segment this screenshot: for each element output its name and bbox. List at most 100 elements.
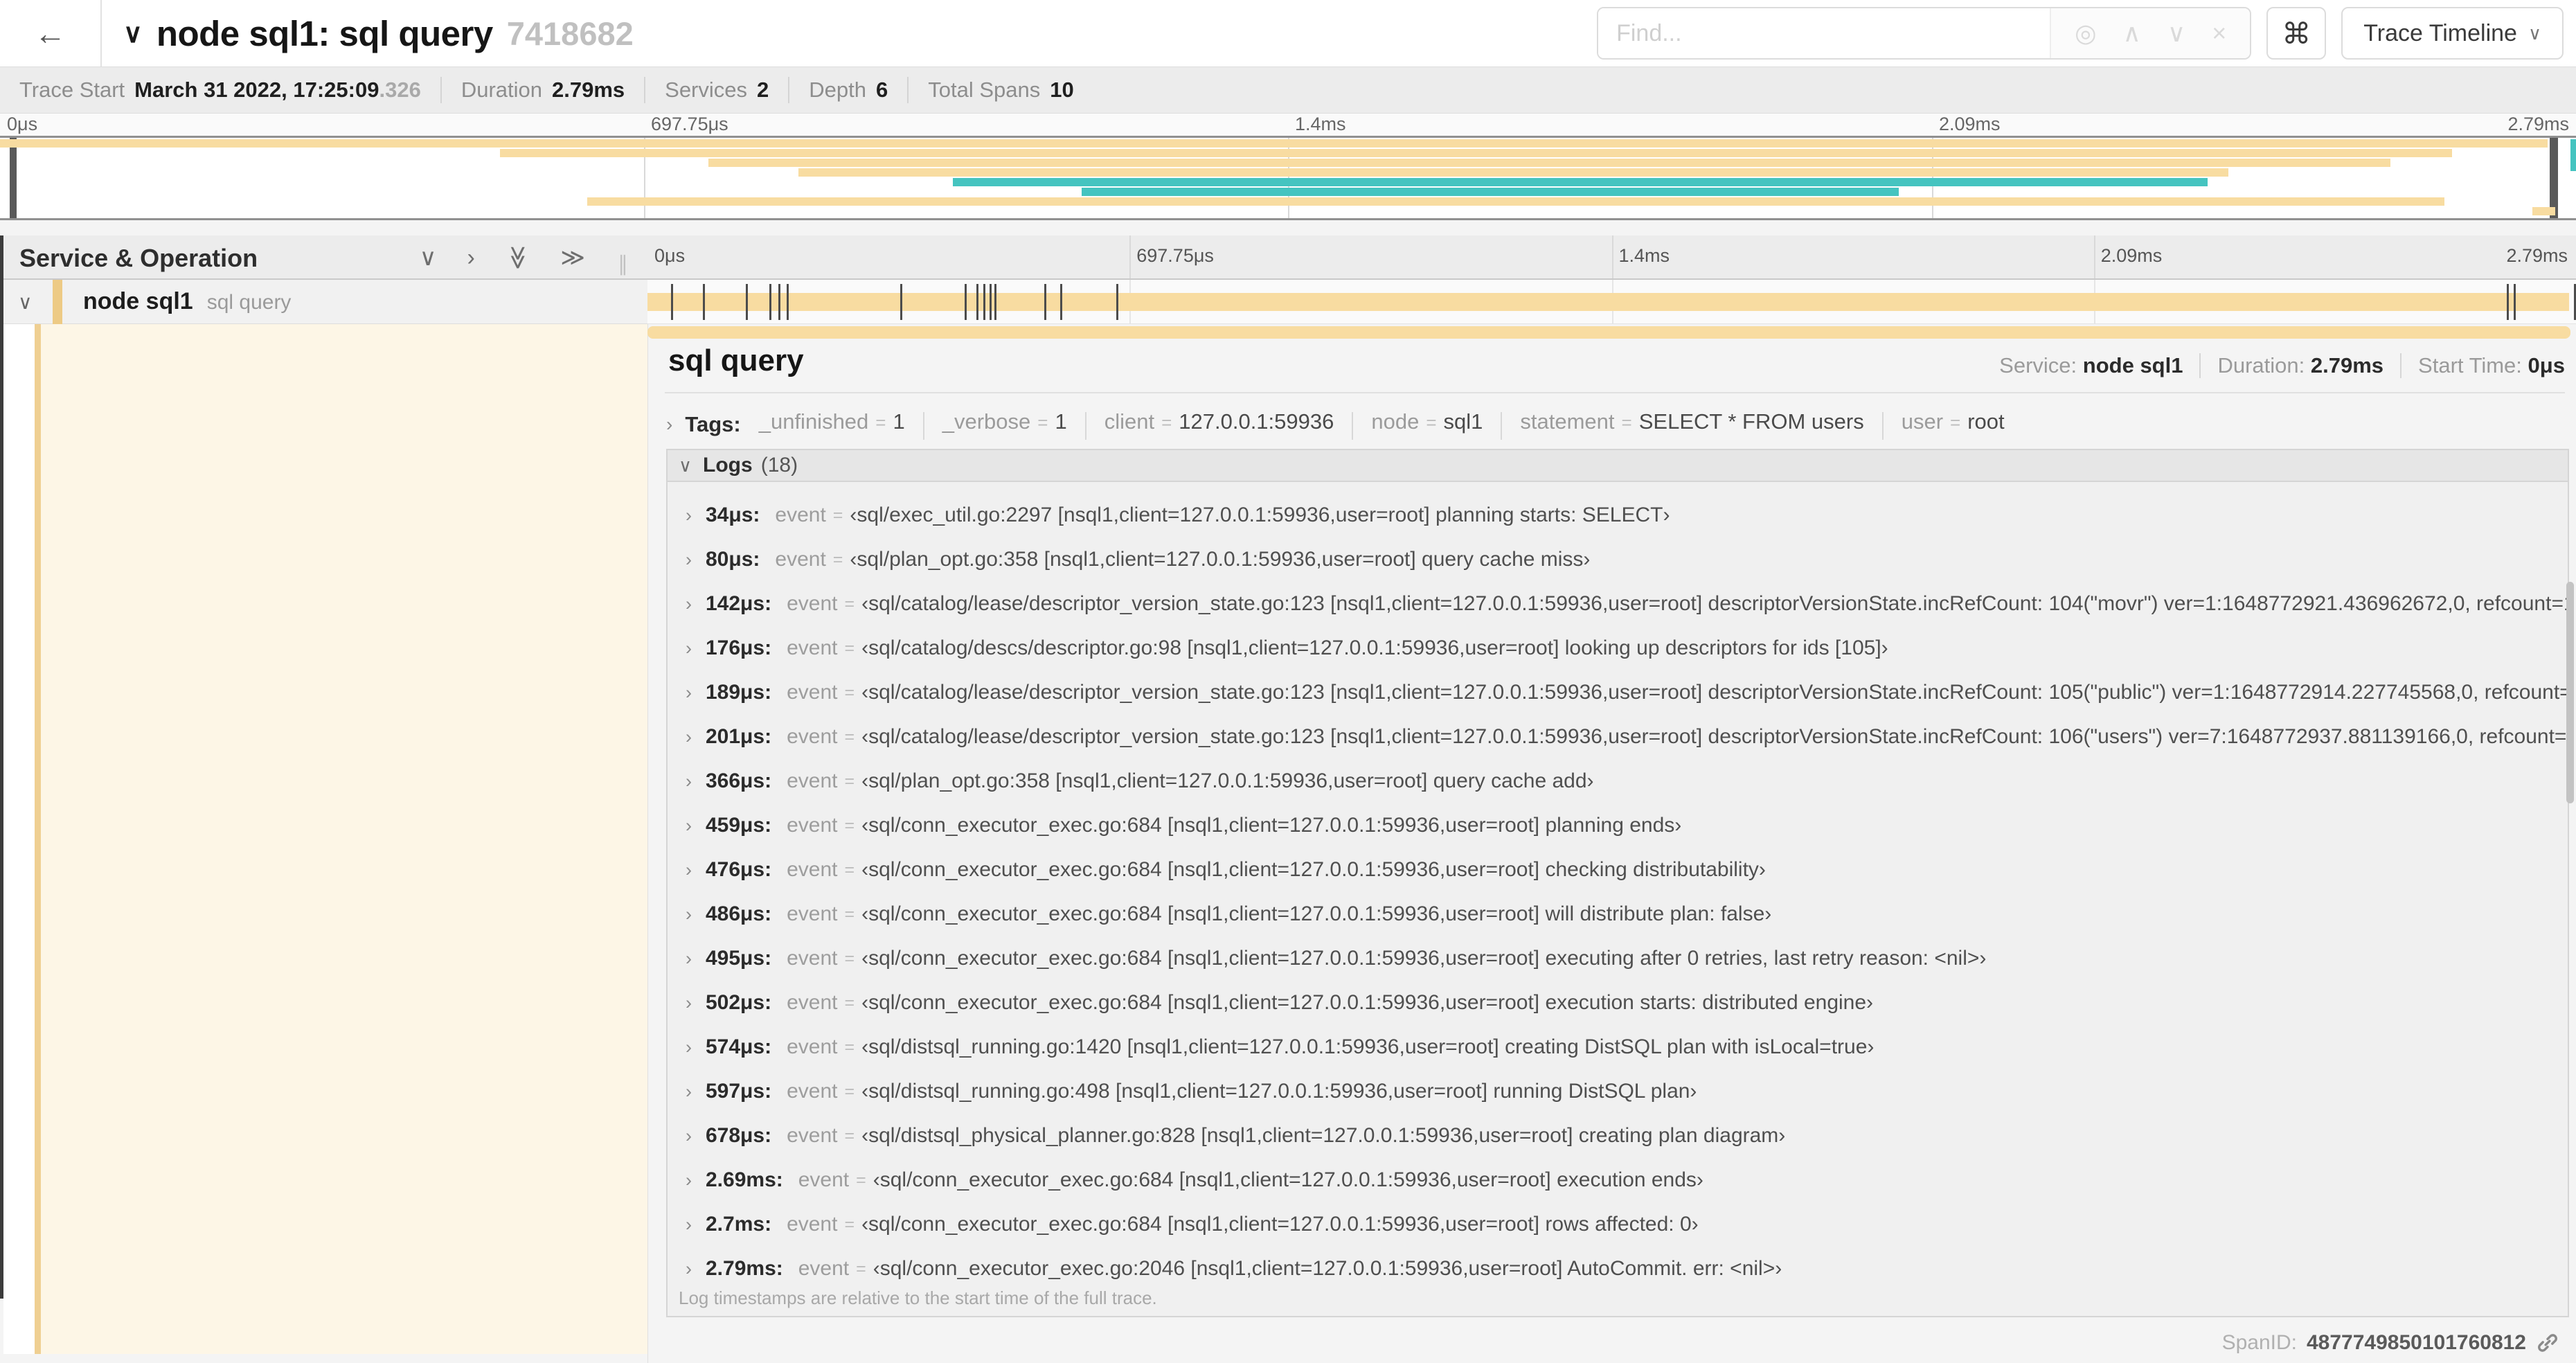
detail-span-bar[interactable] bbox=[647, 326, 2570, 339]
log-expand-chevron-icon[interactable]: › bbox=[686, 948, 692, 970]
tag-item[interactable]: user = root bbox=[1902, 409, 2005, 434]
log-expand-chevron-icon[interactable]: › bbox=[686, 505, 692, 526]
log-row[interactable]: › 201μs: event = ‹sql/catalog/lease/descript… bbox=[668, 715, 2568, 759]
service-operation-header: Service & Operation ∨ › ≫ ≫ ∥ bbox=[0, 235, 647, 280]
log-timestamp: 2.69ms: bbox=[706, 1168, 783, 1191]
log-event-marker[interactable] bbox=[900, 284, 903, 320]
expand-one-icon[interactable]: › bbox=[467, 244, 474, 271]
log-expand-chevron-icon[interactable]: › bbox=[686, 815, 692, 837]
logs-label: Logs bbox=[703, 454, 753, 476]
clear-search-icon[interactable]: × bbox=[2212, 19, 2226, 48]
log-event-marker[interactable] bbox=[2507, 284, 2510, 320]
tag-item[interactable]: statement = SELECT * FROM users bbox=[1520, 409, 1863, 434]
log-expand-chevron-icon[interactable]: › bbox=[686, 1170, 692, 1191]
logs-section: ∨ Logs (18) › 34μs: event = ‹sql/exec_util.g… bbox=[666, 449, 2569, 1317]
log-event-marker[interactable] bbox=[990, 284, 992, 320]
tags-expand-chevron-icon[interactable]: › bbox=[666, 413, 672, 436]
collapse-all-icon[interactable]: ≫ bbox=[504, 245, 532, 270]
log-field-value: ‹sql/catalog/lease/descriptor_version_st… bbox=[861, 725, 2568, 748]
log-event-marker[interactable] bbox=[702, 284, 705, 320]
minimap-left-drag-handle[interactable] bbox=[10, 138, 17, 218]
info-value: 10 bbox=[1050, 78, 1074, 102]
find-input[interactable] bbox=[1598, 8, 2050, 58]
log-expand-chevron-icon[interactable]: › bbox=[686, 594, 692, 615]
log-row[interactable]: › 176μs: event = ‹sql/catalog/descs/descript… bbox=[668, 626, 2568, 670]
tag-item[interactable]: node = sql1 bbox=[1371, 409, 1483, 434]
span-row-timeline-cell[interactable] bbox=[647, 280, 2576, 324]
log-expand-chevron-icon[interactable]: › bbox=[686, 859, 692, 881]
collapse-trace-chevron-icon[interactable]: ∨ bbox=[123, 18, 143, 49]
service-color-strip bbox=[53, 280, 62, 324]
log-expand-chevron-icon[interactable]: › bbox=[686, 1037, 692, 1058]
timeline-gridline bbox=[1611, 235, 1613, 278]
log-row[interactable]: › 459μs: event = ‹sql/conn_executor_exec.go:… bbox=[668, 803, 2568, 848]
log-expand-chevron-icon[interactable]: › bbox=[686, 638, 692, 659]
log-row[interactable]: › 495μs: event = ‹sql/conn_executor_exec.go:… bbox=[668, 936, 2568, 981]
trace-view-dropdown[interactable]: Trace Timeline ∨ bbox=[2341, 7, 2564, 60]
log-row[interactable]: › 189μs: event = ‹sql/catalog/lease/descript… bbox=[668, 670, 2568, 715]
log-row[interactable]: › 597μs: event = ‹sql/distsql_running.go:498… bbox=[668, 1069, 2568, 1114]
log-event-marker[interactable] bbox=[1116, 284, 1118, 320]
log-expand-chevron-icon[interactable]: › bbox=[686, 727, 692, 748]
log-event-marker[interactable] bbox=[786, 284, 789, 320]
log-row[interactable]: › 678μs: event = ‹sql/distsql_physical_plann… bbox=[668, 1114, 2568, 1158]
logs-collapse-chevron-icon[interactable]: ∨ bbox=[679, 455, 692, 476]
log-row[interactable]: › 476μs: event = ‹sql/conn_executor_exec.go:… bbox=[668, 848, 2568, 892]
log-event-marker[interactable] bbox=[670, 284, 673, 320]
expand-all-icon[interactable]: ≫ bbox=[560, 244, 585, 271]
keyboard-shortcuts-button[interactable]: ⌘ bbox=[2266, 7, 2327, 60]
tag-item[interactable]: _verbose = 1 bbox=[942, 409, 1067, 434]
log-row[interactable]: › 502μs: event = ‹sql/conn_executor_exec.go:… bbox=[668, 981, 2568, 1025]
tag-item[interactable]: _unfinished = 1 bbox=[759, 409, 905, 434]
log-event-marker[interactable] bbox=[1044, 284, 1046, 320]
log-row[interactable]: › 2.79ms: event = ‹sql/conn_executor_exec.go… bbox=[668, 1247, 2568, 1291]
log-expand-chevron-icon[interactable]: › bbox=[686, 682, 692, 704]
log-expand-chevron-icon[interactable]: › bbox=[686, 1258, 692, 1280]
log-event-marker[interactable] bbox=[1059, 284, 1062, 320]
back-button[interactable]: ← bbox=[0, 0, 102, 66]
log-row[interactable]: › 80μs: event = ‹sql/plan_opt.go:358 [nsql1,… bbox=[668, 537, 2568, 582]
log-field-name: event bbox=[787, 769, 838, 792]
equals-sign: = bbox=[844, 815, 855, 835]
log-expand-chevron-icon[interactable]: › bbox=[686, 992, 692, 1014]
log-event-marker[interactable] bbox=[2514, 284, 2516, 320]
log-expand-chevron-icon[interactable]: › bbox=[686, 904, 692, 925]
log-expand-chevron-icon[interactable]: › bbox=[686, 1081, 692, 1103]
log-event-marker[interactable] bbox=[994, 284, 997, 320]
log-row[interactable]: › 2.69ms: event = ‹sql/conn_executor_exec.go… bbox=[668, 1158, 2568, 1202]
log-field-value: ‹sql/conn_executor_exec.go:684 [nsql1,cl… bbox=[861, 858, 1766, 881]
logs-header[interactable]: ∨ Logs (18) bbox=[668, 450, 2568, 482]
tag-item[interactable]: client = 127.0.0.1:59936 bbox=[1104, 409, 1334, 434]
log-row[interactable]: › 142μs: event = ‹sql/catalog/lease/descript… bbox=[668, 582, 2568, 626]
log-event-marker[interactable] bbox=[778, 284, 780, 320]
log-expand-chevron-icon[interactable]: › bbox=[686, 549, 692, 571]
log-row[interactable]: › 366μs: event = ‹sql/plan_opt.go:358 [nsql1… bbox=[668, 759, 2568, 803]
log-event-marker[interactable] bbox=[983, 284, 986, 320]
span-duration-bar[interactable] bbox=[647, 293, 2569, 311]
log-expand-chevron-icon[interactable]: › bbox=[686, 1125, 692, 1147]
duration-label: Duration: bbox=[2217, 353, 2305, 377]
collapse-one-icon[interactable]: ∨ bbox=[420, 244, 437, 271]
trace-info-item: Depth 6 bbox=[809, 78, 888, 103]
locate-icon[interactable]: ◎ bbox=[2075, 19, 2096, 48]
column-resize-grip[interactable]: ∥ bbox=[618, 252, 628, 276]
next-match-icon[interactable]: ∨ bbox=[2167, 19, 2185, 48]
log-expand-chevron-icon[interactable]: › bbox=[686, 771, 692, 792]
tags-row[interactable]: › Tags: _unfinished = 1 _verbose = 1 client = 12… bbox=[666, 407, 2565, 442]
minimap-right-drag-handle[interactable] bbox=[2550, 138, 2558, 218]
log-row[interactable]: › 486μs: event = ‹sql/conn_executor_exec.go:… bbox=[668, 892, 2568, 936]
log-expand-chevron-icon[interactable]: › bbox=[686, 1214, 692, 1236]
log-row[interactable]: › 574μs: event = ‹sql/distsql_running.go:142… bbox=[668, 1025, 2568, 1069]
prev-match-icon[interactable]: ∧ bbox=[2123, 19, 2141, 48]
log-event-marker[interactable] bbox=[976, 284, 979, 320]
log-row[interactable]: › 2.7ms: event = ‹sql/conn_executor_exec.go:… bbox=[668, 1202, 2568, 1247]
span-collapse-chevron-icon[interactable]: ∨ bbox=[18, 291, 33, 314]
minimap-canvas[interactable] bbox=[0, 136, 2576, 220]
deep-link-icon[interactable] bbox=[2536, 1331, 2559, 1355]
span-row-name-cell[interactable]: ∨ node sql1 sql query bbox=[0, 280, 647, 324]
log-event-marker[interactable] bbox=[769, 284, 771, 320]
vertical-scrollbar[interactable] bbox=[2566, 582, 2574, 803]
log-event-marker[interactable] bbox=[745, 284, 748, 320]
log-event-marker[interactable] bbox=[965, 284, 967, 320]
log-row[interactable]: › 34μs: event = ‹sql/exec_util.go:2297 [nsql… bbox=[668, 493, 2568, 537]
